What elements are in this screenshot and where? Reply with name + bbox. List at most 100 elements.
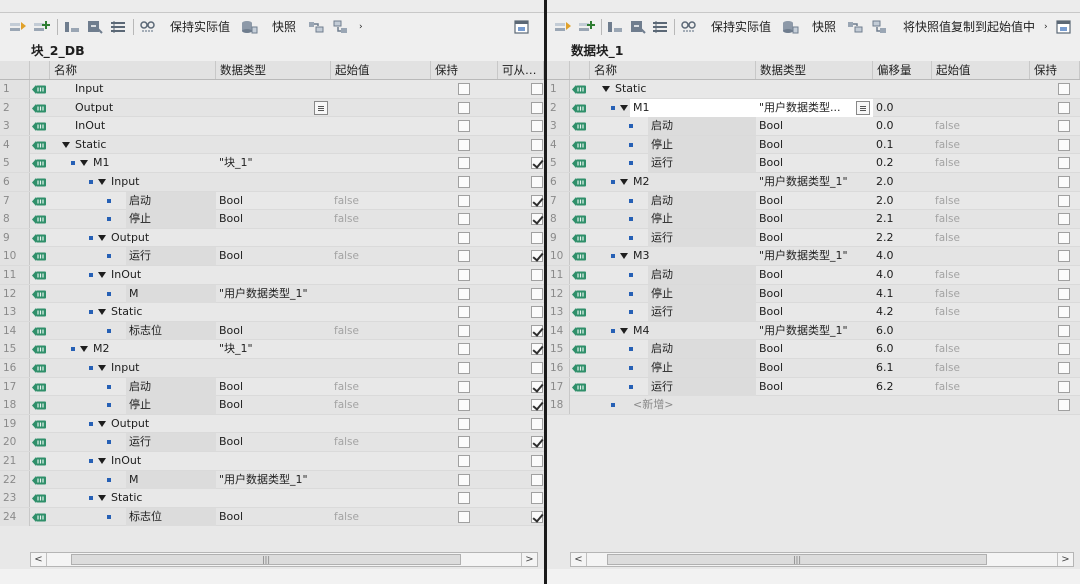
variable-name[interactable]: Static [108,303,216,321]
expand-arrow-icon[interactable] [98,495,106,502]
data-type[interactable] [216,117,331,135]
variable-name[interactable]: 停止 [126,396,216,415]
retain-column-header[interactable]: 保持 [1030,61,1080,79]
variable-name[interactable]: Input [108,173,216,191]
data-type[interactable]: Bool [216,210,331,228]
table-row[interactable]: 6 Input [0,173,544,192]
data-type[interactable]: Bool [756,303,873,321]
expand-arrow-icon[interactable] [620,104,628,111]
variable-name[interactable]: Output [108,415,216,433]
table-row[interactable]: 6 M2 "用户数据类型_1" 2.0 [547,173,1080,192]
start-value[interactable] [331,415,431,433]
right-horizontal-scrollbar[interactable]: < ||| > [570,552,1074,567]
retain-checkbox[interactable] [458,380,470,393]
variable-name[interactable]: 停止 [648,210,756,229]
table-row[interactable]: 2 M1 "用户数据类型... 0.0 [547,98,1080,118]
start-value[interactable]: false [932,303,1030,321]
retain-checkbox[interactable] [1058,324,1070,337]
expand-arrow-icon[interactable] [80,160,88,167]
left-horizontal-scrollbar[interactable]: < ||| > [30,552,538,567]
retain-checkbox[interactable] [1058,138,1070,151]
data-type[interactable] [756,396,873,414]
accessible-checkbox[interactable] [531,157,543,170]
retain-checkbox[interactable] [1058,83,1070,95]
data-type[interactable] [216,415,331,433]
data-type[interactable]: "块_1" [216,154,331,172]
variable-name[interactable]: InOut [108,452,216,470]
datatype-column-header[interactable]: 数据类型 [756,61,873,79]
variable-name[interactable]: M2 [630,173,756,191]
copy-snapshot-icon[interactable] [844,16,866,38]
table-row[interactable]: 18 停止 Bool false [0,396,544,415]
retain-checkbox[interactable] [1058,399,1070,412]
table-row[interactable]: 4 Static [0,135,544,155]
data-type[interactable]: Bool [216,192,331,210]
data-type[interactable]: Bool [756,192,873,210]
start-value[interactable]: false [932,210,1030,228]
table-row[interactable]: 1 Static [547,80,1080,99]
start-value[interactable]: false [932,266,1030,284]
table-row[interactable]: 15 启动 Bool 6.0 false [547,340,1080,359]
variable-name[interactable]: 运行 [648,228,756,247]
retain-checkbox[interactable] [458,101,470,114]
start-value[interactable]: false [331,192,431,210]
retain-checkbox[interactable] [458,83,470,95]
variable-name[interactable]: 运行 [126,433,216,452]
start-value-column-header[interactable]: 起始值 [932,61,1030,79]
data-type[interactable]: Bool [756,229,873,247]
start-value[interactable] [331,229,431,247]
retain-checkbox[interactable] [1058,250,1070,263]
variable-name[interactable]: 停止 [126,210,216,229]
variable-name[interactable]: 运行 [126,247,216,266]
accessible-checkbox[interactable] [531,343,543,356]
expand-all-icon[interactable] [604,16,626,38]
retain-checkbox[interactable] [1058,362,1070,374]
accessible-checkbox[interactable] [531,138,543,151]
retain-checkbox[interactable] [1058,194,1070,207]
load-start-values-icon[interactable] [330,16,352,38]
accessible-checkbox[interactable] [531,417,543,430]
variable-name[interactable]: M1 [630,98,756,117]
table-row[interactable]: 12 M "用户数据类型_1" [0,284,544,304]
expand-arrow-icon[interactable] [62,141,70,148]
accessible-checkbox[interactable] [531,473,543,486]
variable-name[interactable]: <新增> [630,396,756,414]
monitor-glasses-icon[interactable] [137,16,159,38]
data-type[interactable] [216,229,331,247]
start-value[interactable] [932,99,1030,117]
data-type[interactable] [216,136,331,154]
retain-checkbox[interactable] [1058,157,1070,170]
data-type[interactable]: "块_1" [216,340,331,358]
table-row[interactable]: 4 停止 Bool 0.1 false [547,135,1080,155]
variable-name[interactable]: M2 [90,340,216,358]
variable-name[interactable]: 停止 [648,359,756,377]
data-type[interactable]: Bool [756,378,873,396]
start-value[interactable]: false [932,340,1030,358]
variable-name[interactable]: 启动 [126,191,216,210]
variable-name[interactable]: Output [72,99,216,117]
variable-name[interactable]: Input [108,359,216,377]
variable-name[interactable]: 启动 [648,266,756,284]
accessible-checkbox[interactable] [531,324,543,337]
variable-name[interactable]: Static [612,80,756,98]
table-row[interactable]: 8 停止 Bool false [0,210,544,229]
retain-checkbox[interactable] [1058,343,1070,356]
table-row[interactable]: 3 启动 Bool 0.0 false [547,117,1080,136]
expand-arrow-icon[interactable] [620,253,628,260]
name-column-header[interactable]: 名称 [590,61,756,79]
start-value[interactable] [331,303,431,321]
data-type[interactable]: "用户数据类型_1" [756,173,873,191]
retain-checkbox[interactable] [458,194,470,207]
start-value[interactable] [932,247,1030,265]
variable-name[interactable]: Output [108,229,216,247]
table-row[interactable]: 8 停止 Bool 2.1 false [547,210,1080,229]
table-row[interactable]: 9 Output [0,228,544,248]
table-row[interactable]: 20 运行 Bool false [0,433,544,452]
table-row[interactable]: 16 Input [0,359,544,378]
offset-column-header[interactable]: 偏移量 [873,61,932,79]
start-value[interactable] [331,340,431,358]
data-type[interactable] [216,303,331,321]
start-value[interactable]: false [932,117,1030,135]
scroll-thumb[interactable]: ||| [71,554,461,565]
data-type[interactable]: Bool [216,247,331,265]
